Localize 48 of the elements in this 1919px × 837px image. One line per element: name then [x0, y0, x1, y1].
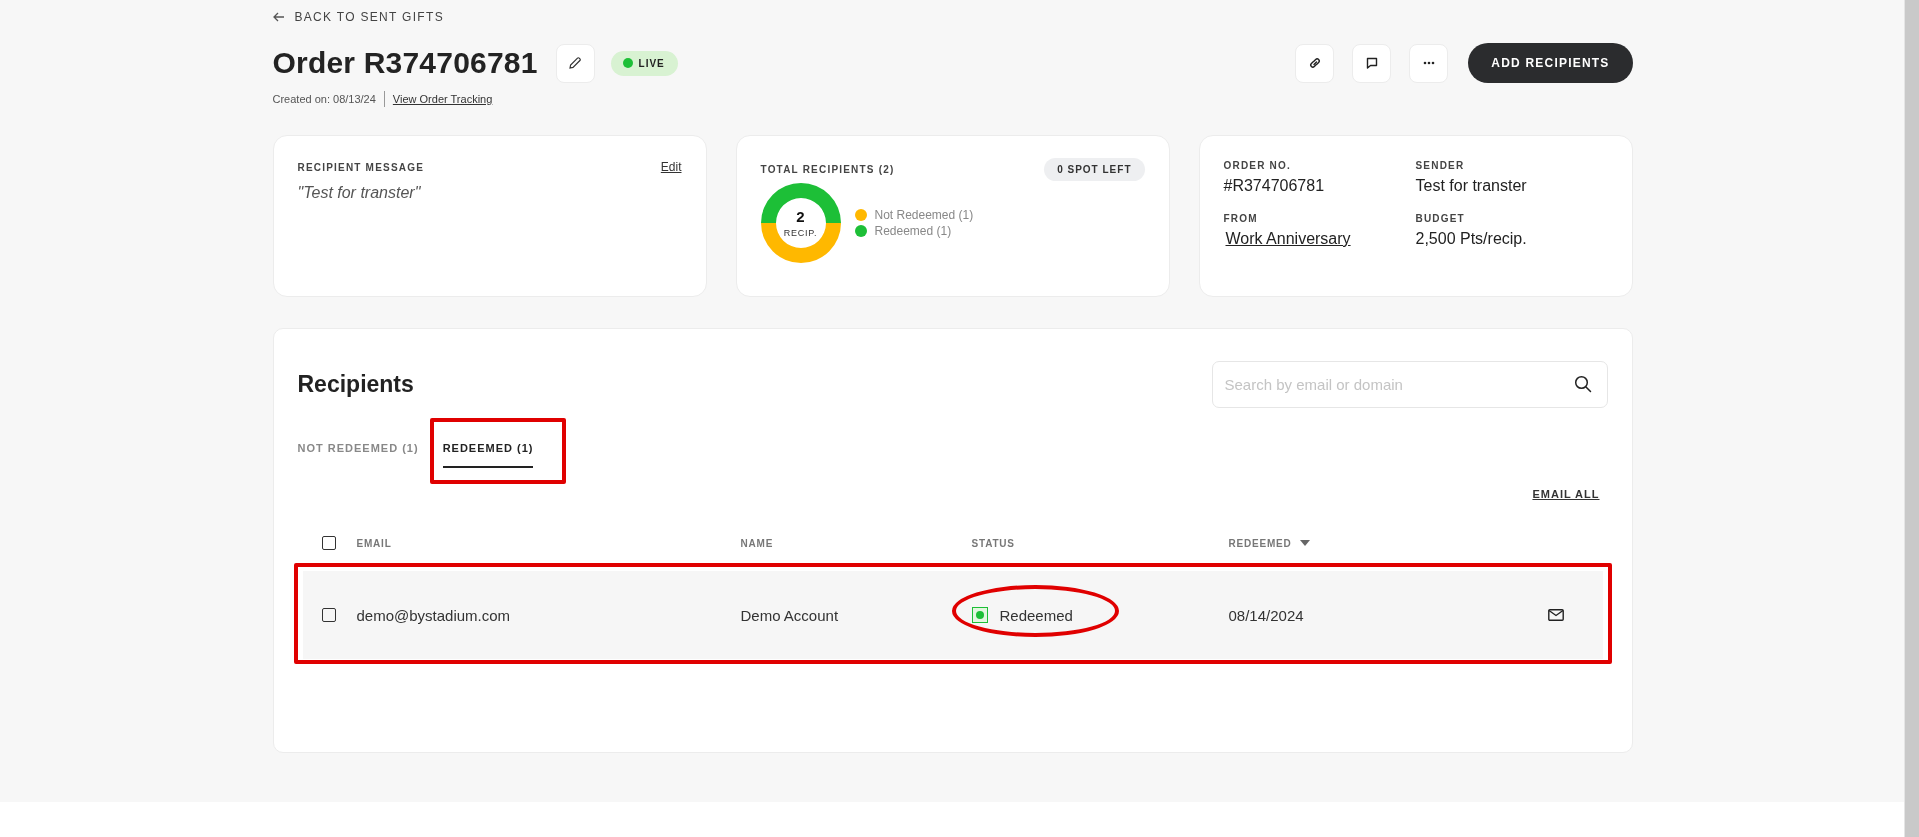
status-badge: LIVE	[610, 50, 678, 76]
created-date: Created on: 08/13/24	[272, 93, 376, 105]
comment-button[interactable]	[1352, 43, 1392, 83]
scrollbar[interactable]	[1904, 0, 1919, 837]
field-value: Test for transter	[1415, 177, 1527, 195]
envelope-icon	[1547, 609, 1564, 621]
search-field[interactable]: Search by email or domain	[1211, 361, 1608, 408]
table-row[interactable]: demo@bystadium.com Demo Account Redeemed 08/14/2024	[302, 571, 1603, 659]
link-button[interactable]	[1295, 43, 1335, 83]
edit-link[interactable]: Edit	[660, 160, 682, 174]
table-cell: 08/14/2024	[1228, 606, 1304, 624]
column-header[interactable]: STATUS	[971, 537, 1015, 549]
email-all-link[interactable]: EMAIL ALL	[1532, 488, 1600, 500]
order-tracking-link[interactable]: View Order Tracking	[392, 93, 493, 105]
field-label: SENDER	[1415, 160, 1466, 171]
checkbox[interactable]	[321, 536, 336, 550]
search-icon	[1573, 375, 1592, 393]
edit-button[interactable]	[555, 43, 595, 83]
tab[interactable]: NOT REDEEMED (1)	[297, 432, 419, 468]
legend-label: Redeemed (1)	[874, 224, 952, 238]
field-value: #R374706781	[1223, 177, 1325, 195]
recipient-unit: RECIP.	[783, 227, 818, 238]
field-label: ORDER NO.	[1223, 160, 1292, 171]
order-title: Order R374706781	[272, 46, 538, 80]
column-header[interactable]: EMAIL	[356, 537, 392, 549]
recipient-message: "Test for transter"	[297, 184, 422, 202]
column-header[interactable]: NAME	[740, 537, 774, 549]
spots-left-badge: 0 SPOT LEFT	[1044, 158, 1145, 181]
column-header[interactable]: REDEEMED	[1228, 537, 1292, 549]
email-button[interactable]	[1547, 609, 1564, 621]
checkbox[interactable]	[321, 608, 336, 622]
card-label: TOTAL RECIPIENTS (2)	[760, 164, 895, 175]
pencil-icon	[568, 56, 583, 70]
status-text: Redeemed	[999, 606, 1073, 624]
field-label: BUDGET	[1415, 213, 1466, 224]
table-cell: Demo Account	[740, 606, 839, 624]
legend-label: Not Redeemed (1)	[874, 208, 974, 222]
field-link[interactable]: Work Anniversary	[1225, 230, 1351, 248]
table-cell: demo@bystadium.com	[356, 606, 511, 624]
add-recipients-button[interactable]: ADD RECIPIENTS	[1468, 43, 1633, 83]
tab[interactable]: REDEEMED (1)	[442, 432, 534, 468]
field-value: 2,500 Pts/recip.	[1415, 230, 1527, 248]
card-label: RECIPIENT MESSAGE	[297, 161, 425, 173]
back-link[interactable]: BACK TO SENT GIFTS	[272, 10, 444, 24]
recipient-count: 2	[796, 208, 805, 225]
section-title: Recipients	[297, 371, 414, 398]
field-label: FROM	[1223, 213, 1259, 224]
back-arrow-icon	[272, 12, 285, 22]
